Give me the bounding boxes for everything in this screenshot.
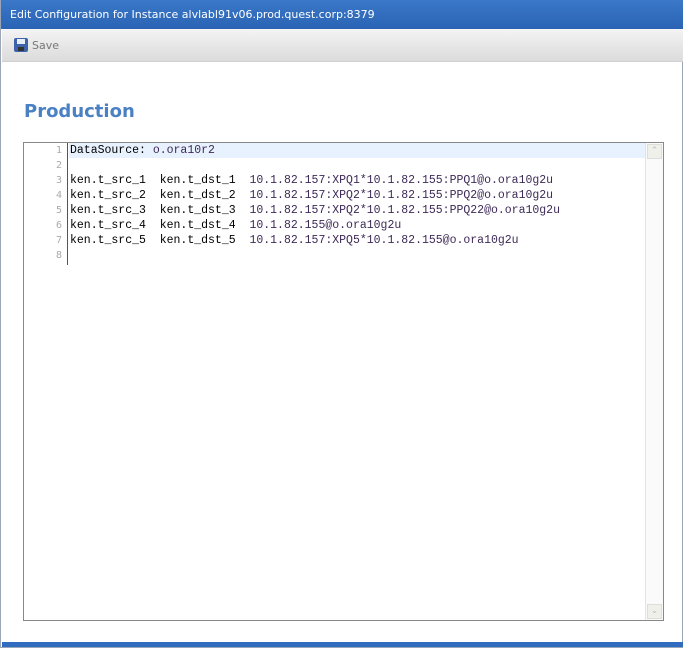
code-key: ken.t_src_2 ken.t_dst_2 — [70, 189, 250, 202]
code-editor[interactable]: 1 2 3 4 5 6 7 8 DataSource: o.ora10r2 ken.t_src_… — [23, 142, 664, 621]
save-button[interactable]: Save — [14, 37, 59, 53]
code-value: 10.1.82.157:XPQ1*10.1.82.155:PPQ1@o.ora1… — [249, 174, 554, 187]
scroll-up-icon[interactable]: ⌃ — [647, 144, 662, 159]
code-line[interactable]: ken.t_src_5 ken.t_dst_5 10.1.82.157:XPQ5… — [69, 233, 645, 248]
code-value: 10.1.82.157:XPQ5*10.1.82.155@o.ora10g2u — [249, 234, 519, 247]
line-number: 3 — [55, 175, 62, 186]
page-title: Production — [24, 101, 135, 122]
code-line[interactable]: ken.t_src_4 ken.t_dst_4 10.1.82.155@o.or… — [69, 218, 645, 233]
toolbar: Save — [2, 29, 683, 62]
line-number: 5 — [55, 205, 62, 216]
window-title: Edit Configuration for Instance alvlabl9… — [1, 0, 683, 29]
code-key: ken.t_src_4 ken.t_dst_4 — [70, 219, 250, 232]
code-key: ken.t_src_5 ken.t_dst_5 — [70, 234, 250, 247]
line-number: 4 — [55, 190, 62, 201]
code-value: 10.1.82.157:XPQ2*10.1.82.155:PPQ2@o.ora1… — [249, 189, 554, 202]
code-line[interactable] — [69, 248, 645, 263]
line-number: 1 — [55, 145, 62, 156]
vertical-scrollbar[interactable]: ⌃ ⌄ — [645, 143, 663, 620]
line-number: 8 — [55, 250, 62, 261]
code-value: o.ora10r2 — [152, 144, 215, 157]
code-key: ken.t_src_3 ken.t_dst_3 — [70, 204, 250, 217]
line-number: 6 — [55, 220, 62, 231]
code-value: 10.1.82.157:XPQ2*10.1.82.155:PPQ22@o.ora… — [249, 204, 560, 217]
editor-content[interactable]: DataSource: o.ora10r2 ken.t_src_1 ken.t_d… — [69, 143, 645, 263]
code-key: ken.t_src_1 ken.t_dst_1 — [70, 174, 250, 187]
code-line[interactable]: ken.t_src_3 ken.t_dst_3 10.1.82.157:XPQ2… — [69, 203, 645, 218]
code-line[interactable]: DataSource: o.ora10r2 — [69, 143, 645, 158]
code-line[interactable]: ken.t_src_2 ken.t_dst_2 10.1.82.157:XPQ2… — [69, 188, 645, 203]
bottom-bar — [2, 642, 683, 647]
line-number: 7 — [55, 235, 62, 246]
code-key: DataSource: — [70, 144, 153, 157]
save-label: Save — [32, 38, 60, 52]
line-number-gutter: 1 2 3 4 5 6 7 8 — [24, 143, 68, 265]
line-number: 2 — [55, 160, 62, 171]
code-value: 10.1.82.155@o.ora10g2u — [249, 219, 402, 232]
code-line[interactable] — [69, 158, 645, 173]
dialog-window: Edit Configuration for Instance alvlabl9… — [0, 0, 683, 648]
floppy-disk-icon — [14, 38, 28, 52]
code-line[interactable]: ken.t_src_1 ken.t_dst_1 10.1.82.157:XPQ1… — [69, 173, 645, 188]
scroll-down-icon[interactable]: ⌄ — [647, 604, 662, 619]
